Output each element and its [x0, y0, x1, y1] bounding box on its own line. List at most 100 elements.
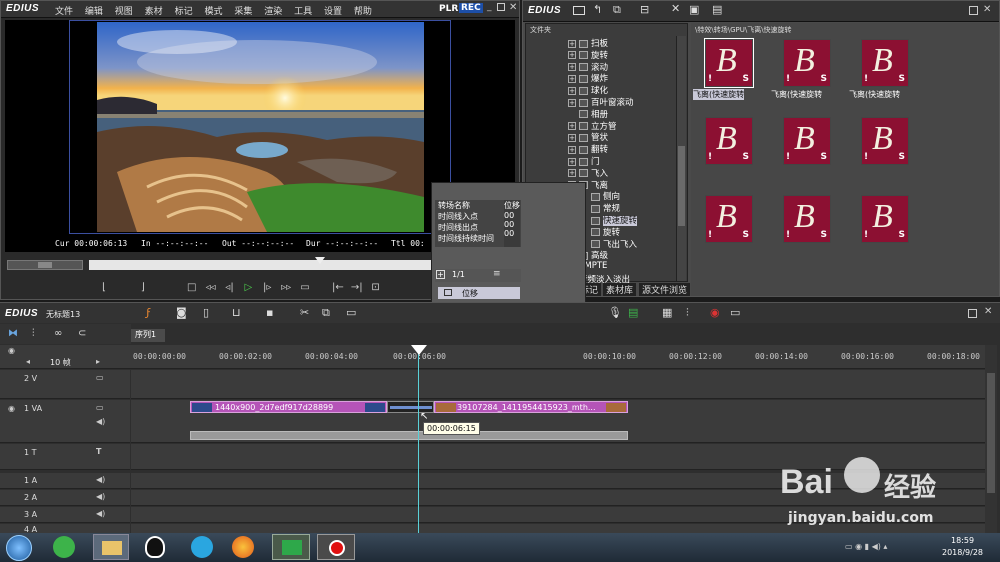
tl-record-icon[interactable]: ◙ — [176, 306, 187, 319]
tl-save-icon[interactable]: ▪ — [266, 306, 273, 319]
tree-item[interactable]: 侧向 — [580, 190, 620, 202]
tree-item[interactable]: + 球化 — [568, 84, 608, 96]
taskbar-app-360[interactable] — [53, 536, 75, 558]
tl-open-icon[interactable]: ⊔ — [232, 306, 241, 319]
plr-label[interactable]: PLR — [439, 4, 458, 14]
expand-icon[interactable]: + — [568, 74, 576, 83]
tree-item[interactable]: + 门 — [568, 155, 600, 167]
vscroll-thumb[interactable] — [987, 373, 995, 493]
expand-icon[interactable]: + — [568, 98, 576, 107]
menu-mode[interactable]: 模式 — [204, 4, 222, 17]
menu-edit[interactable]: 编辑 — [85, 4, 103, 17]
tl-mixer-icon[interactable]: ⫶ — [686, 306, 689, 320]
mode-icon-4[interactable]: ⊂ — [78, 328, 86, 339]
effects-close-icon[interactable]: ✕ — [983, 4, 991, 15]
effect-thumbnail[interactable]: B S! — [783, 117, 831, 165]
layout-icon[interactable]: ⊟ — [640, 3, 649, 16]
tree-item[interactable]: + 滚动 — [568, 61, 608, 73]
tree-item[interactable]: + 爆炸 — [568, 72, 608, 84]
mode-icon-2[interactable]: ⫶ — [32, 328, 35, 339]
tl-paste-icon[interactable]: ▭ — [346, 306, 356, 319]
info-add-icon[interactable]: + — [436, 270, 445, 279]
clock-date[interactable]: 2018/9/28 — [942, 548, 983, 557]
expand-icon[interactable]: + — [568, 122, 576, 131]
maximize-icon[interactable] — [497, 3, 505, 11]
playhead-marker[interactable] — [411, 345, 427, 355]
tree-item[interactable]: + 管状 — [568, 131, 608, 143]
effects-maximize-icon[interactable] — [969, 6, 978, 15]
tree-item[interactable]: 快速旋转 — [580, 214, 638, 226]
taskbar-app-edius[interactable] — [272, 534, 310, 560]
tl-mic-icon[interactable]: 🎙 — [608, 306, 622, 319]
jog-slider[interactable] — [7, 260, 83, 270]
menu-help[interactable]: 帮助 — [354, 4, 372, 17]
properties-icon[interactable]: ▣ — [689, 3, 699, 16]
zoom-left-icon[interactable]: ◂ — [26, 357, 30, 366]
menu-tools[interactable]: 工具 — [294, 4, 312, 17]
tree-item[interactable]: 飞出飞入 — [580, 238, 637, 250]
tl-max-icon[interactable] — [968, 309, 977, 318]
track-1va-video-icon[interactable]: ▭ — [96, 403, 104, 412]
taskbar-app-qq[interactable] — [145, 536, 165, 558]
tl-export-icon[interactable]: ▤ — [628, 306, 638, 319]
track-1t-title-icon[interactable]: T — [96, 447, 101, 456]
tl-copy-icon[interactable]: ⧉ — [322, 306, 330, 320]
effect-thumbnail[interactable]: B S! — [783, 39, 831, 87]
time-ruler[interactable]: 00:00:00:00 00:00:02:00 00:00:04:00 00:00:0… — [131, 345, 985, 369]
taskbar-app-explorer[interactable] — [93, 534, 129, 560]
track-2a-speaker-icon[interactable]: ◀) — [96, 492, 105, 501]
menu-clip[interactable]: 素材 — [145, 4, 163, 17]
expand-icon[interactable]: + — [568, 63, 576, 72]
menu-capture[interactable]: 采集 — [234, 4, 252, 17]
expand-icon[interactable]: + — [568, 145, 576, 154]
taskbar-app-video[interactable] — [191, 536, 213, 558]
set-in-icon[interactable]: ⌊ — [96, 280, 112, 294]
track-1va-audio-icon[interactable]: ◀) — [96, 417, 105, 426]
tl-color-icon[interactable]: ◉ — [710, 306, 720, 319]
effect-thumbnail[interactable]: B S! — [705, 195, 753, 243]
loop-icon[interactable]: ▭ — [297, 280, 313, 294]
timeline-vscroll[interactable] — [985, 345, 997, 534]
info-effect-row[interactable]: 位移 — [438, 287, 520, 299]
zoom-level[interactable]: 10 帧 — [50, 357, 71, 368]
expand-icon[interactable]: + — [568, 133, 576, 142]
delete-icon[interactable]: ✕ — [671, 2, 680, 15]
mode-icon-1[interactable]: ⧓ — [8, 328, 18, 339]
tree-item[interactable]: 相册 — [568, 108, 608, 120]
insert-icon[interactable]: |← — [330, 280, 346, 294]
set-out-icon[interactable]: ⌋ — [135, 280, 151, 294]
clip-audio-bar[interactable] — [190, 431, 628, 440]
info-list-icon[interactable]: ≡ — [493, 269, 501, 279]
tree-item[interactable]: + 旋转 — [568, 49, 608, 61]
rec-label[interactable]: REC — [459, 3, 483, 13]
tree-item[interactable]: + 立方管 — [568, 120, 617, 132]
expand-icon[interactable]: + — [568, 86, 576, 95]
menu-marker[interactable]: 标记 — [175, 4, 193, 17]
effect-thumbnail[interactable]: B S! — [705, 117, 753, 165]
playhead-line[interactable] — [418, 347, 419, 534]
rewind-icon[interactable]: ◃◃ — [203, 280, 219, 294]
clip-1[interactable]: 1440x900_2d7edf917d28899 — [190, 401, 387, 413]
close-icon[interactable]: ✕ — [509, 2, 517, 13]
effect-thumbnail[interactable]: B S! — [783, 195, 831, 243]
menu-view[interactable]: 视图 — [115, 4, 133, 17]
effect-thumbnail[interactable]: B S! — [704, 38, 754, 88]
tl-cut-icon[interactable]: ✂ — [300, 306, 309, 319]
jog-handle[interactable] — [38, 262, 52, 268]
menu-render[interactable]: 渲染 — [264, 4, 282, 17]
tab-source-browser[interactable]: 源文件浏览 — [639, 283, 691, 296]
clip-2[interactable]: 39107284_1411954415923_mth... — [434, 401, 628, 413]
menu-file[interactable]: 文件 — [55, 4, 73, 17]
tl-grid-icon[interactable]: ▦ — [662, 306, 672, 319]
zoom-right-icon[interactable]: ▸ — [96, 357, 100, 366]
tree-item[interactable]: + 扫板 — [568, 37, 608, 49]
expand-icon[interactable]: + — [568, 39, 576, 48]
taskbar-app-recorder[interactable] — [317, 534, 355, 560]
tl-display-icon[interactable]: ▭ — [730, 306, 740, 319]
menu-settings[interactable]: 设置 — [324, 4, 342, 17]
effect-thumbnail[interactable]: B S! — [861, 39, 909, 87]
tree-item[interactable]: + 百叶窗滚动 — [568, 96, 634, 108]
folder-icon[interactable] — [573, 6, 585, 15]
tl-menu-icon[interactable]: ϝ — [146, 306, 151, 319]
tl-new-icon[interactable]: ▯ — [203, 306, 209, 319]
